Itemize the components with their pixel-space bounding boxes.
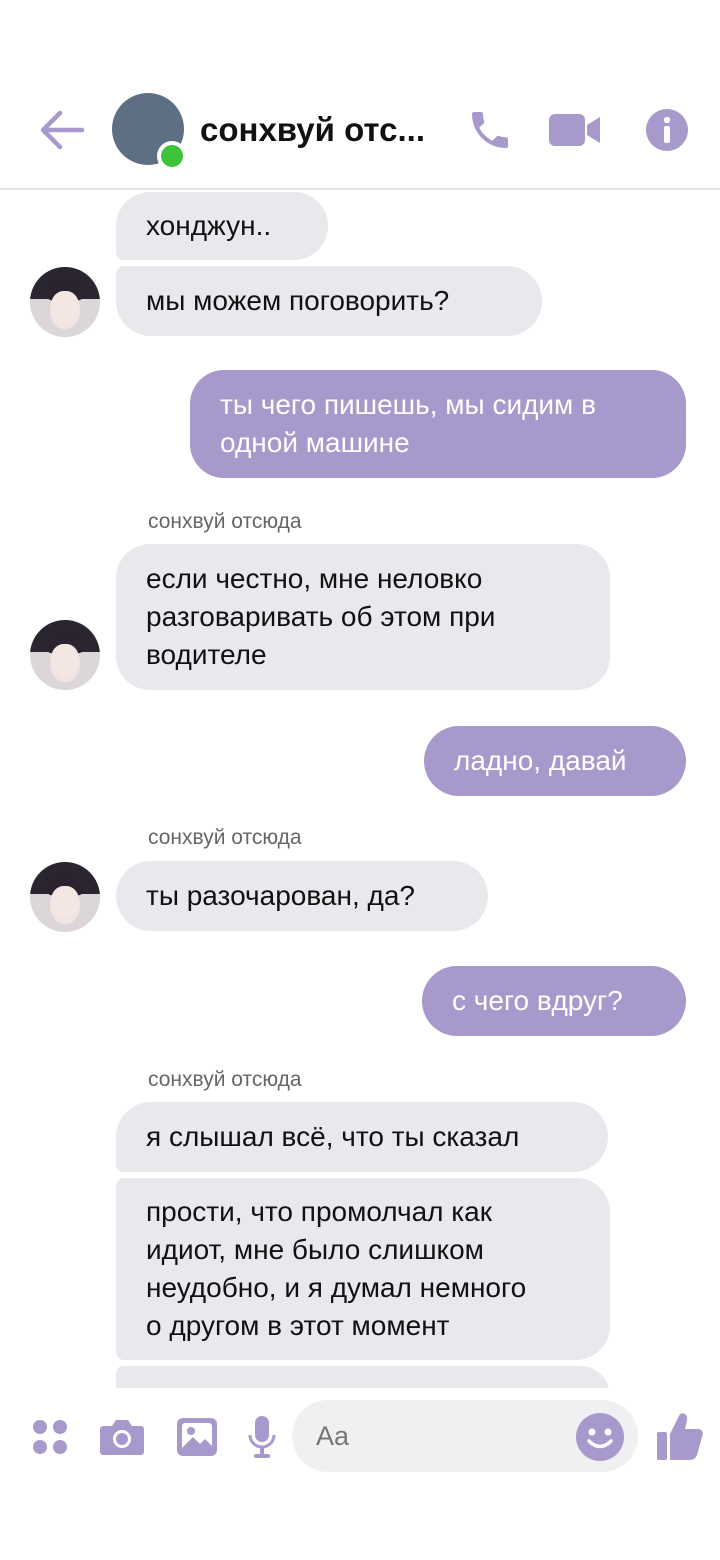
incoming-message[interactable]: я слышал всё, что ты сказал bbox=[116, 1102, 608, 1172]
apps-button[interactable] bbox=[28, 1412, 72, 1462]
sender-name: сонхвуй отсюда bbox=[148, 826, 302, 849]
camera-button[interactable] bbox=[98, 1412, 146, 1462]
incoming-message[interactable]: мы можем поговорить? bbox=[116, 266, 542, 336]
voice-call-button[interactable] bbox=[464, 105, 516, 155]
phone-icon bbox=[472, 112, 508, 148]
info-icon bbox=[646, 109, 688, 151]
incoming-message[interactable]: прости, что промолчал как идиот, мне был… bbox=[116, 1178, 610, 1360]
chat-title[interactable]: сонхвуй отс... bbox=[200, 111, 425, 149]
apps-icon bbox=[33, 1420, 67, 1454]
incoming-message[interactable]: хонджун.. bbox=[116, 192, 328, 260]
like-button[interactable] bbox=[656, 1410, 706, 1464]
gallery-button[interactable] bbox=[174, 1412, 220, 1462]
video-call-button[interactable] bbox=[548, 105, 602, 155]
chat-header: сонхвуй отс... bbox=[0, 0, 720, 190]
emoji-icon bbox=[576, 1413, 624, 1461]
voice-message-button[interactable] bbox=[244, 1412, 280, 1462]
message-list[interactable]: хонджун.. мы можем поговорить? ты чего п… bbox=[0, 192, 720, 1388]
info-button[interactable] bbox=[644, 105, 690, 155]
incoming-message[interactable]: если честно, мне неловко разговаривать о… bbox=[116, 544, 610, 690]
outgoing-message[interactable]: с чего вдруг? bbox=[422, 966, 686, 1036]
incoming-message[interactable] bbox=[116, 1366, 610, 1388]
video-camera-icon bbox=[549, 114, 600, 146]
microphone-icon bbox=[248, 1416, 276, 1458]
sender-avatar[interactable] bbox=[30, 862, 100, 932]
outgoing-message[interactable]: ладно, давай bbox=[424, 726, 686, 796]
sender-name: сонхвуй отсюда bbox=[148, 510, 302, 533]
camera-icon bbox=[100, 1420, 144, 1455]
outgoing-message[interactable]: ты чего пишешь, мы сидим в одной машине bbox=[190, 370, 686, 478]
sender-name: сонхвуй отсюда bbox=[148, 1068, 302, 1091]
sender-avatar[interactable] bbox=[30, 620, 100, 690]
image-icon bbox=[177, 1418, 217, 1456]
emoji-button[interactable] bbox=[575, 1412, 625, 1462]
back-arrow-icon bbox=[40, 110, 85, 150]
incoming-message[interactable]: ты разочарован, да? bbox=[116, 861, 488, 931]
online-status-indicator bbox=[157, 141, 187, 171]
sender-avatar[interactable] bbox=[30, 267, 100, 337]
thumbs-up-icon bbox=[657, 1413, 703, 1460]
message-composer bbox=[0, 1390, 720, 1560]
back-button[interactable] bbox=[38, 108, 86, 152]
